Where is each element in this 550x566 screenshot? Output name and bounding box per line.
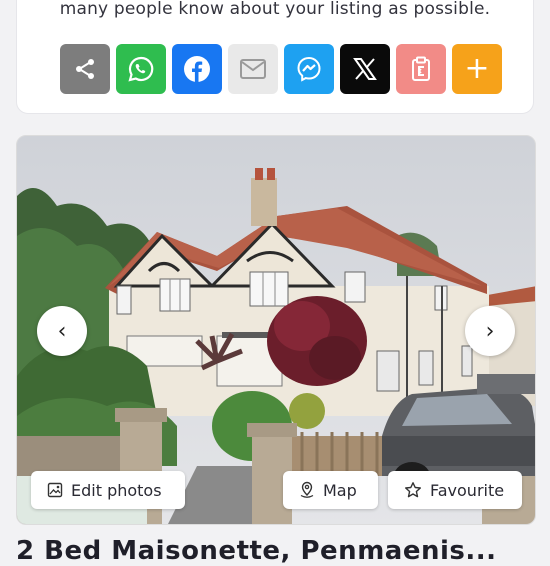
favourite-label: Favourite xyxy=(430,480,505,500)
copy-link-button[interactable] xyxy=(396,44,446,94)
x-button[interactable] xyxy=(340,44,390,94)
map-label: Map xyxy=(323,480,357,500)
share-button[interactable] xyxy=(60,44,110,94)
listing-title: 2 Bed Maisonette, Penmaenis... xyxy=(16,536,497,566)
edit-photos-button[interactable]: Edit photos xyxy=(31,471,185,509)
chevron-left-icon: ‹ xyxy=(57,318,67,344)
facebook-button[interactable] xyxy=(172,44,222,94)
facebook-icon xyxy=(184,56,210,82)
messenger-button[interactable] xyxy=(284,44,334,94)
chevron-right-icon: › xyxy=(485,318,495,344)
edit-photos-label: Edit photos xyxy=(71,480,162,500)
property-photo xyxy=(17,136,535,524)
email-icon xyxy=(240,59,266,79)
copy-icon xyxy=(412,56,430,81)
next-photo-button[interactable]: › xyxy=(465,306,515,356)
favourite-button[interactable]: Favourite xyxy=(388,471,522,509)
map-button[interactable]: Map xyxy=(283,471,378,509)
email-button[interactable] xyxy=(228,44,278,94)
more-share-button[interactable]: + xyxy=(452,44,502,94)
whatsapp-button[interactable] xyxy=(116,44,166,94)
location-pin-icon xyxy=(300,481,314,498)
plus-icon: + xyxy=(464,51,490,86)
star-icon xyxy=(405,482,421,498)
edit-photo-icon xyxy=(47,482,63,498)
share-buttons-row: + xyxy=(60,44,502,94)
share-prompt-text: many people know about your listing as p… xyxy=(59,0,491,19)
share-card: many people know about your listing as p… xyxy=(16,0,534,114)
listing-photo-carousel[interactable]: ‹ › Edit photos Map Favourite xyxy=(16,135,536,525)
share-icon xyxy=(76,59,94,79)
whatsapp-icon xyxy=(128,56,154,82)
previous-photo-button[interactable]: ‹ xyxy=(37,306,87,356)
messenger-icon xyxy=(297,56,321,82)
x-icon xyxy=(353,58,377,80)
